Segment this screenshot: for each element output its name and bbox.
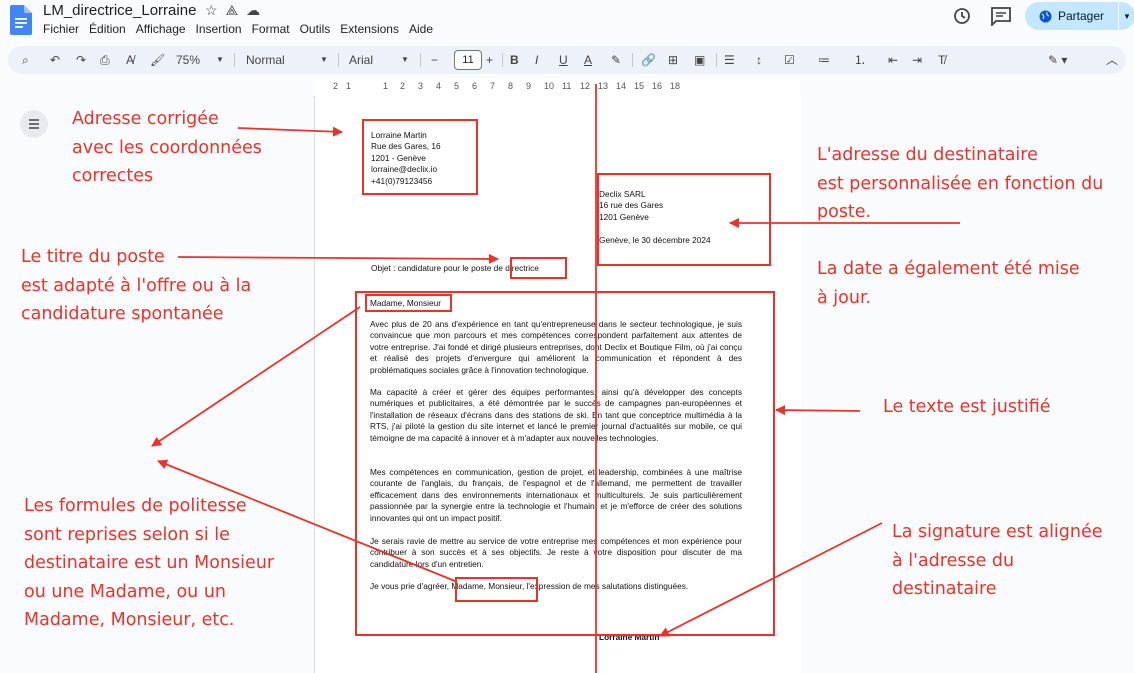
menu-edition[interactable]: Édition — [89, 22, 126, 36]
formatting-toolbar: ⌕ ↶ ↷ ⎙ A̸ 🖌 75% ▼ Normal ▼ Arial ▼ − 11… — [8, 46, 1126, 74]
spellcheck-icon[interactable]: A̸ — [126, 51, 134, 69]
version-history-icon[interactable] — [952, 6, 972, 26]
ruler-number: 18 — [670, 81, 681, 91]
ruler-number: 16 — [652, 81, 663, 91]
ruler-number: 11 — [562, 81, 572, 91]
recipient-highlight-box — [597, 173, 771, 266]
bulleted-list-icon[interactable]: ≔ — [818, 51, 830, 69]
google-docs-icon[interactable] — [10, 5, 32, 35]
ruler-number: 9 — [526, 81, 532, 91]
align-icon[interactable]: ☰ — [724, 51, 735, 69]
chevron-down-icon: ▼ — [401, 55, 409, 64]
ruler-number: 15 — [634, 81, 645, 91]
menu-affichage[interactable]: Affichage — [136, 22, 186, 36]
annotation-justified: Le texte est justifié — [883, 397, 1051, 417]
ruler-number: 2 — [400, 81, 406, 91]
share-options-button[interactable]: ▼ — [1118, 2, 1134, 30]
highlight-icon[interactable]: ✎ — [611, 51, 621, 69]
annotation-politeness: Les formules de politesse sont reprises … — [24, 496, 275, 630]
cloud-saved-icon[interactable]: ☁ — [246, 2, 268, 18]
star-icon[interactable]: ☆ — [205, 2, 226, 18]
style-select[interactable]: Normal — [246, 51, 285, 69]
closing-highlight-box — [455, 577, 538, 602]
bold-icon[interactable]: B — [510, 51, 519, 69]
ruler-number: 14 — [616, 81, 627, 91]
ruler-number: 1 — [383, 81, 389, 91]
collapse-menus-icon[interactable]: ︿ — [1106, 51, 1118, 69]
insert-link-icon[interactable]: 🔗 — [641, 51, 656, 69]
underline-icon[interactable]: U — [559, 51, 568, 69]
ruler-number: 8 — [508, 81, 514, 91]
editing-mode-icon[interactable]: ✎ ▾ — [1048, 51, 1067, 69]
document-outline-button[interactable] — [20, 110, 48, 138]
menu-outils[interactable]: Outils — [300, 22, 331, 36]
annotation-date: La date a également été mise à jour. — [817, 259, 1080, 308]
checklist-icon[interactable]: ☑ — [784, 51, 795, 69]
ruler-number: 2 — [333, 81, 339, 91]
menu-insertion[interactable]: Insertion — [196, 22, 242, 36]
menu-extensions[interactable]: Extensions — [340, 22, 399, 36]
paint-format-icon[interactable]: 🖌 — [150, 51, 165, 69]
add-comment-icon[interactable]: ⊞ — [668, 51, 678, 69]
document-title[interactable]: LM_directrice_Lorraine — [43, 2, 196, 19]
sender-highlight-box — [362, 119, 478, 195]
subject-highlight-box — [510, 257, 567, 279]
share-label: Partager — [1058, 9, 1105, 23]
zoom-select[interactable]: 75% — [176, 51, 200, 69]
menu-bar: Fichier Édition Affichage Insertion Form… — [43, 22, 443, 36]
ruler-number: 6 — [472, 81, 478, 91]
annotation-signature: La signature est alignée à l'adresse du … — [892, 522, 1103, 599]
menu-fichier[interactable]: Fichier — [43, 22, 79, 36]
outline-list-icon — [29, 119, 39, 129]
italic-icon[interactable]: I — [535, 51, 538, 69]
chevron-down-icon: ▼ — [216, 55, 224, 64]
redo-icon[interactable]: ↷ — [76, 51, 86, 69]
text-color-icon[interactable]: A — [584, 51, 592, 69]
decrease-font-size-icon[interactable]: − — [431, 51, 438, 69]
ruler-number: 4 — [436, 81, 442, 91]
increase-font-size-icon[interactable]: + — [486, 51, 493, 69]
decrease-indent-icon[interactable]: ⇤ — [888, 51, 898, 69]
caret-down-icon: ▼ — [1123, 11, 1131, 21]
share-button[interactable]: Partager — [1025, 2, 1118, 30]
numbered-list-icon[interactable]: ⒈ — [854, 51, 866, 69]
horizontal-ruler[interactable]: 2 1 1 2 3 4 5 6 7 8 9 10 11 12 13 14 15 16 18 — [313, 80, 800, 97]
increase-indent-icon[interactable]: ⇥ — [912, 51, 922, 69]
font-size-input[interactable]: 11 — [454, 50, 482, 70]
app-header: LM_directrice_Lorraine ☆⟁☁ Fichier Éditi… — [0, 0, 1134, 42]
insert-image-icon[interactable]: ▣ — [694, 51, 705, 69]
menu-aide[interactable]: Aide — [409, 22, 433, 36]
clear-formatting-icon[interactable]: T̸ — [938, 51, 945, 69]
ruler-number: 7 — [490, 81, 496, 91]
ruler-number: 10 — [544, 81, 555, 91]
chevron-down-icon: ▼ — [320, 55, 328, 64]
search-menus-icon[interactable]: ⌕ — [22, 51, 29, 69]
annotation-address: Adresse corrigée avec les coordonnées co… — [72, 109, 262, 186]
ruler-number: 13 — [598, 81, 609, 91]
ruler-number: 5 — [454, 81, 460, 91]
line-spacing-icon[interactable]: ↕ — [756, 51, 762, 69]
annotation-title: Le titre du poste est adapté à l'offre o… — [21, 247, 252, 324]
annotation-recipient: L'adresse du destinataire est personnali… — [817, 145, 1104, 222]
ruler-number: 1 — [346, 81, 352, 91]
font-select[interactable]: Arial — [349, 51, 373, 69]
menu-format[interactable]: Format — [252, 22, 290, 36]
print-icon[interactable]: ⎙ — [100, 51, 110, 69]
ruler-number: 12 — [580, 81, 591, 91]
ruler-number: 3 — [418, 81, 424, 91]
move-folder-icon[interactable]: ⟁ — [226, 2, 247, 18]
undo-icon[interactable]: ↶ — [50, 51, 60, 69]
comments-icon[interactable] — [990, 6, 1012, 26]
body-highlight-box — [355, 291, 775, 636]
globe-icon — [1039, 10, 1052, 22]
